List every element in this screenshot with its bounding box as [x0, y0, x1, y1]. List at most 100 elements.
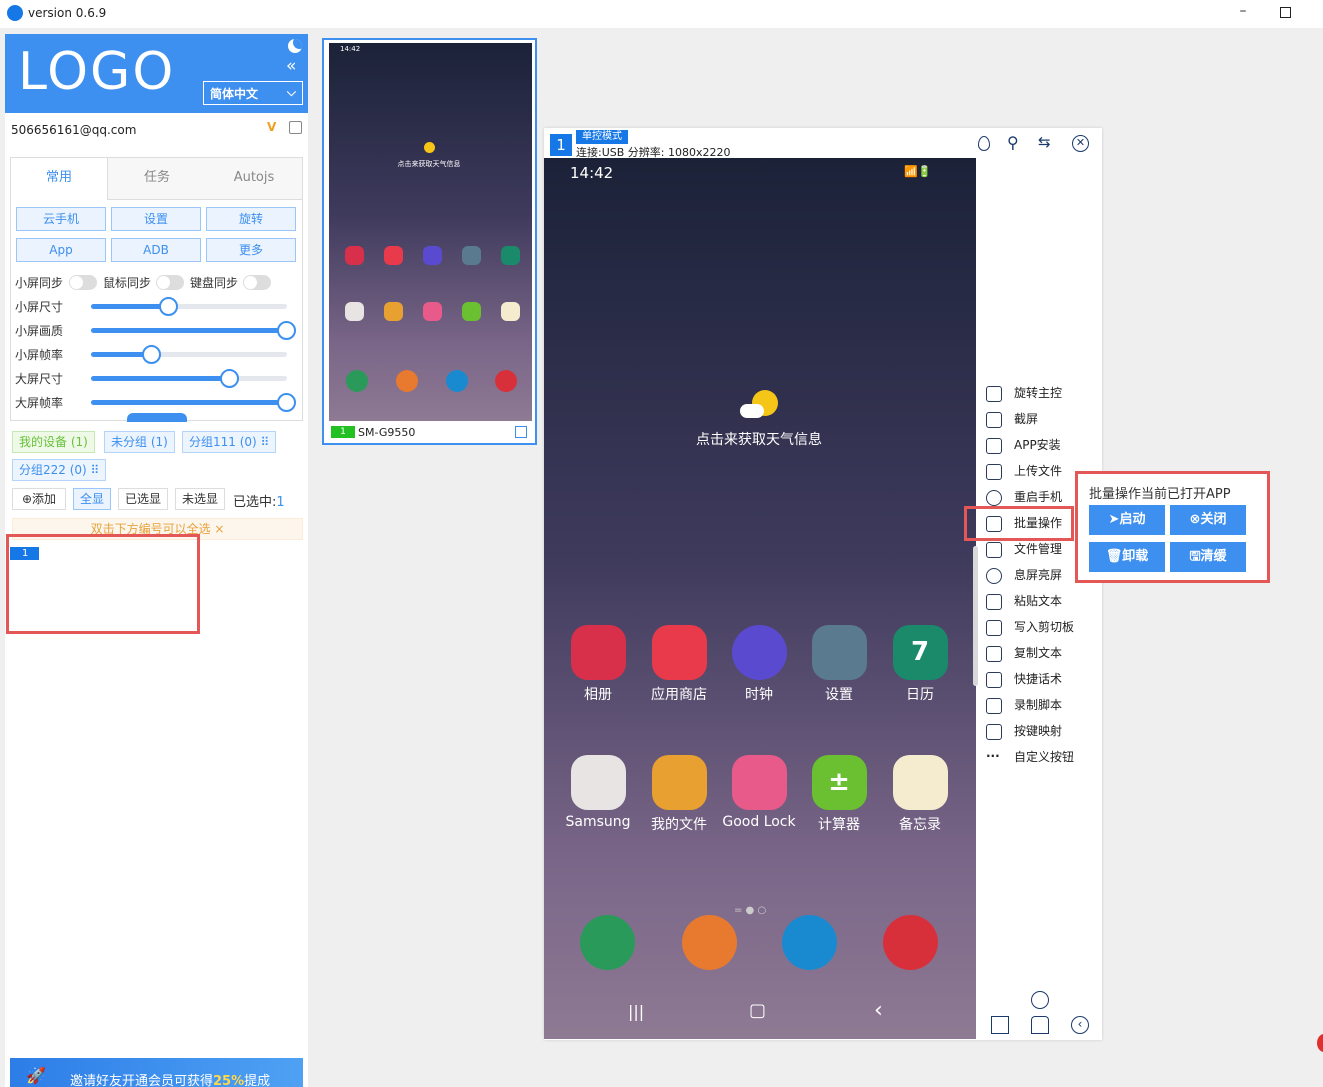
mouse-sync-toggle[interactable] — [156, 275, 184, 290]
side-rotate-control[interactable]: 旋转主控 — [986, 383, 1062, 403]
app-memo[interactable]: 备忘录 — [880, 755, 960, 834]
group-ungrouped[interactable]: 未分组 (1) — [104, 431, 175, 453]
batch-uninstall-button[interactable]: 🗑卸载 — [1089, 542, 1165, 572]
keyboard-sync-toggle[interactable] — [243, 275, 271, 290]
mode-badge: 单控模式 — [576, 130, 628, 144]
side-screenshot[interactable]: 截屏 — [986, 409, 1038, 429]
slider-handle[interactable] — [220, 369, 240, 388]
collapse-icon[interactable]: « — [286, 56, 296, 76]
device-preview[interactable]: 14:42 点击来获取天气信息 1 SM-G9550 — [322, 38, 537, 445]
tab-common[interactable]: 常用 — [11, 158, 108, 200]
large-size-slider[interactable] — [91, 369, 287, 388]
gallery-icon — [570, 625, 626, 680]
preview-app-row — [341, 246, 521, 266]
swap-icon[interactable]: ⇆ — [1038, 133, 1051, 151]
side-write-clipboard[interactable]: 写入剪切板 — [986, 617, 1074, 637]
side-label: 旋转主控 — [1014, 386, 1063, 400]
rotate-button[interactable]: 旋转 — [206, 207, 296, 231]
home-button[interactable]: ▢ — [749, 1000, 766, 1021]
cloud-phone-button[interactable]: 云手机 — [16, 207, 106, 231]
group-222[interactable]: 分组222 (0) ⠿ — [12, 459, 107, 481]
phone-icon[interactable] — [580, 915, 635, 970]
app-gallery[interactable]: 相册 — [558, 625, 638, 704]
side-copy-text[interactable]: 复制文本 — [986, 643, 1062, 663]
side-quick-phrases[interactable]: 快捷话术 — [986, 669, 1062, 689]
add-button[interactable]: ⊕添加 — [12, 488, 66, 510]
batch-clear-cache-button[interactable]: 🖫清缓 — [1170, 542, 1246, 572]
back-icon[interactable]: ‹ — [1071, 1016, 1089, 1034]
app-good-lock[interactable]: Good Lock — [719, 755, 799, 830]
side-paste-text[interactable]: 粘贴文本 — [986, 591, 1062, 611]
phone-screen[interactable]: 14:42 📶🔋 点击来获取天气信息 相册 应用商店 时钟 设置 7 日历 Sam… — [544, 158, 976, 1039]
side-record-script[interactable]: 录制脚本 — [986, 695, 1062, 715]
slider-fill — [91, 328, 287, 333]
small-screen-sync-toggle[interactable] — [69, 275, 97, 290]
app-clock[interactable]: 时钟 — [719, 625, 799, 704]
batch-start-button[interactable]: ➤启动 — [1089, 505, 1165, 535]
group-my-devices[interactable]: 我的设备 (1) — [12, 431, 95, 453]
vip-icon[interactable]: V — [267, 120, 276, 134]
side-label: 按键映射 — [1014, 724, 1063, 738]
large-fps-slider[interactable] — [91, 393, 296, 412]
logout-icon[interactable] — [289, 121, 302, 134]
preview-screen[interactable]: 14:42 点击来获取天气信息 — [329, 43, 532, 421]
settings-button[interactable]: 设置 — [111, 207, 201, 231]
expand-up-button[interactable] — [127, 413, 187, 422]
recent-apps-button[interactable]: ||| — [628, 1002, 644, 1021]
side-reboot[interactable]: 重启手机 — [986, 487, 1062, 507]
drop-icon[interactable] — [978, 136, 990, 151]
slider-handle[interactable] — [141, 345, 161, 364]
minimize-button[interactable]: – — [1233, 3, 1253, 23]
app-calendar[interactable]: 7 日历 — [880, 625, 960, 704]
batch-close-button[interactable]: ⊗关闭 — [1170, 505, 1246, 535]
side-label: 重启手机 — [1014, 490, 1063, 504]
side-screen-toggle[interactable]: 息屏亮屏 — [986, 565, 1062, 585]
side-app-install[interactable]: APP安装 — [986, 435, 1061, 455]
close-icon[interactable]: ✕ — [1072, 135, 1089, 152]
tab-autojs[interactable]: Autojs — [206, 158, 302, 200]
more-button[interactable]: 更多 — [206, 238, 296, 262]
small-quality-slider[interactable] — [91, 321, 296, 340]
side-upload-file[interactable]: 上传文件 — [986, 461, 1062, 481]
side-key-mapping[interactable]: 按键映射 — [986, 721, 1062, 741]
camera-icon[interactable] — [883, 915, 938, 970]
small-size-slider[interactable] — [91, 297, 287, 316]
side-label: 复制文本 — [1014, 646, 1063, 660]
language-select[interactable]: 简体中文 ⌵ — [203, 81, 303, 105]
power-icon — [986, 489, 1002, 506]
expand-icon[interactable] — [515, 426, 527, 438]
contacts-icon[interactable] — [682, 915, 737, 970]
notification-icon[interactable] — [1317, 1034, 1323, 1052]
compass-icon[interactable] — [1031, 991, 1049, 1009]
samsung-folder-icon — [570, 755, 626, 810]
app-settings[interactable]: 设置 — [799, 625, 879, 704]
app-store[interactable]: 应用商店 — [639, 625, 719, 704]
small-fps-slider[interactable] — [91, 345, 287, 364]
back-button[interactable]: ‹ — [874, 998, 883, 1023]
show-selected-button[interactable]: 已选显 — [118, 488, 168, 510]
home-icon[interactable] — [1031, 1016, 1049, 1034]
moon-icon[interactable] — [288, 39, 302, 53]
app-my-files[interactable]: 我的文件 — [639, 755, 719, 834]
show-unselected-button[interactable]: 未选显 — [175, 488, 225, 510]
grid-icon[interactable] — [991, 1016, 1009, 1034]
weather-text[interactable]: 点击来获取天气信息 — [644, 429, 874, 449]
messages-icon[interactable] — [782, 915, 837, 970]
side-file-manager[interactable]: 文件管理 — [986, 539, 1062, 559]
tab-tasks[interactable]: 任务 — [108, 158, 206, 200]
app-button[interactable]: App — [16, 238, 106, 262]
scrollbar[interactable] — [973, 546, 978, 686]
slider-handle[interactable] — [159, 297, 179, 316]
show-all-button[interactable]: 全显 — [73, 488, 111, 510]
side-custom-buttons[interactable]: ··· 自定义按钮 — [986, 747, 1074, 767]
app-label: 备忘录 — [899, 817, 941, 833]
app-samsung[interactable]: Samsung — [558, 755, 638, 830]
pin-icon[interactable]: ⚲ — [1007, 133, 1019, 152]
group-111[interactable]: 分组111 (0) ⠿ — [182, 431, 277, 453]
invite-banner[interactable]: 🚀 邀请好友开通会员可获得25%提成 — [10, 1058, 303, 1087]
maximize-button[interactable] — [1280, 7, 1291, 18]
slider-handle[interactable] — [277, 321, 296, 340]
slider-handle[interactable] — [277, 393, 296, 412]
adb-button[interactable]: ADB — [111, 238, 201, 262]
app-calculator[interactable]: ± 计算器 — [799, 755, 879, 834]
